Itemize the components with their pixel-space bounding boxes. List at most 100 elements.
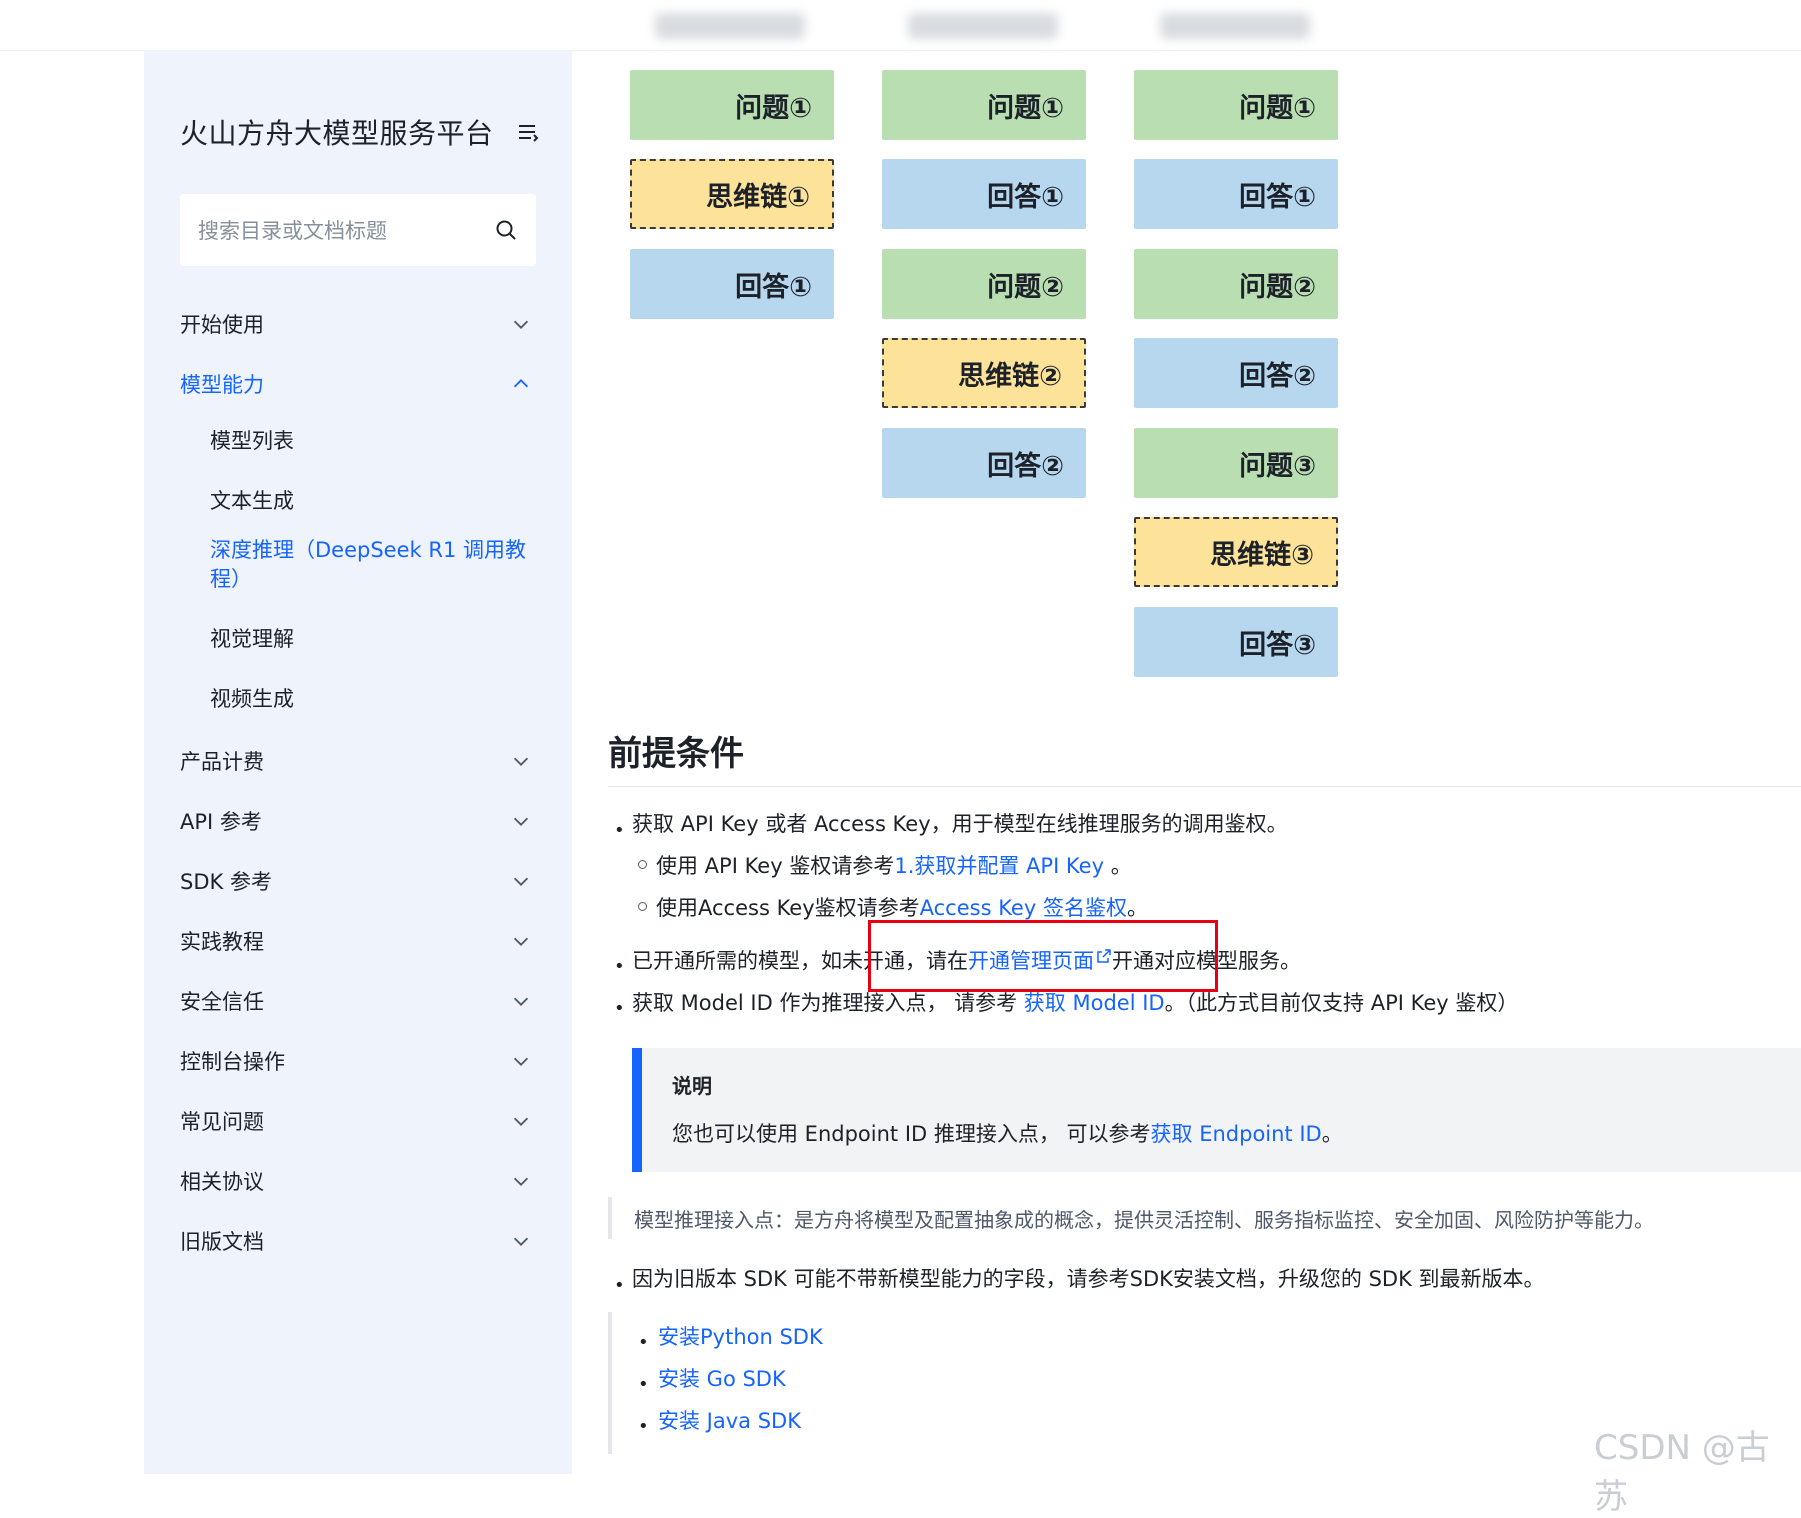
sidebar-item-model-capabilities[interactable]: 模型能力 (180, 364, 536, 404)
chevron-down-icon (513, 1177, 529, 1186)
sidebar-subitem-visual-understanding[interactable]: 视觉理解 (210, 625, 536, 654)
chevron-down-icon (513, 937, 529, 946)
sidebar-item-label: SDK 参考 (180, 870, 272, 894)
top-tab-strip (0, 0, 1801, 51)
blurred-tab (1160, 13, 1310, 39)
diagram-answer-box: 回答③ (1134, 607, 1338, 677)
chevron-down-icon (513, 877, 529, 886)
diagram-question-box: 问题① (1134, 70, 1338, 140)
link-install-java-sdk[interactable]: 安装 Java SDK (658, 1409, 801, 1433)
diagram-chain-box: 思维链② (882, 338, 1086, 408)
text-fragment: 使用 API Key 鉴权请参考 (656, 854, 895, 878)
watermark: CSDN @古苏 (1594, 1428, 1770, 1517)
sidebar-item-legacy-docs[interactable]: 旧版文档 (180, 1221, 536, 1261)
bullet-dot: • (638, 1374, 649, 1395)
sdk-link-item: 安装 Java SDK (658, 1406, 801, 1436)
blurred-tab (655, 13, 805, 39)
diagram-answer-box: 回答① (1134, 159, 1338, 229)
endpoint-quote: 模型推理接入点：是方舟将模型及配置抽象成的概念，提供灵活控制、服务指标监控、安全… (634, 1208, 1654, 1232)
chevron-down-icon (513, 817, 529, 826)
bullet-dot: • (614, 820, 625, 841)
blurred-tab (908, 13, 1058, 39)
chevron-down-icon (513, 1237, 529, 1246)
bullet-dot: • (614, 956, 625, 977)
chevron-down-icon (513, 757, 529, 766)
link-get-endpoint-id[interactable]: 获取 Endpoint ID (1151, 1122, 1322, 1146)
diagram-question-box: 问题① (630, 70, 834, 140)
sidebar-item-faq[interactable]: 常见问题 (180, 1101, 536, 1141)
sidebar-item-label: 模型能力 (180, 373, 264, 397)
text-fragment: 您也可以使用 Endpoint ID 推理接入点， 可以参考 (672, 1122, 1151, 1146)
chevron-up-icon (513, 379, 529, 388)
search-input[interactable] (180, 194, 490, 268)
sidebar-subitem-deep-reasoning[interactable]: 深度推理（DeepSeek R1 调用教程） (210, 536, 536, 594)
text-fragment: 。 (1126, 896, 1148, 920)
note-text: 您也可以使用 Endpoint ID 推理接入点， 可以参考获取 Endpoin… (672, 1118, 1343, 1148)
chevron-down-icon (513, 997, 529, 1006)
prereq-api-key-sub: 使用 API Key 鉴权请参考1.获取并配置 API Key 。 (656, 851, 1132, 881)
diagram-question-box: 问题② (882, 249, 1086, 319)
sub-bullet-circle (638, 860, 647, 869)
diagram-answer-box: 回答① (630, 249, 834, 319)
sidebar-item-tutorials[interactable]: 实践教程 (180, 921, 536, 961)
section-heading: 前提条件 (608, 734, 744, 774)
quote-bar (608, 1312, 612, 1454)
link-signature-auth[interactable]: 签名鉴权 (1043, 896, 1127, 920)
diagram-answer-box: 回答② (882, 428, 1086, 498)
sidebar-item-console-operations[interactable]: 控制台操作 (180, 1041, 536, 1081)
sidebar-subitem-video-generation[interactable]: 视频生成 (210, 685, 536, 714)
divider (608, 786, 1801, 787)
sidebar-item-api-reference[interactable]: API 参考 (180, 801, 536, 841)
link-config-api-key[interactable]: 1.获取并配置 API Key (894, 854, 1104, 878)
chevron-down-icon (513, 1117, 529, 1126)
text-fragment: 。（此方式目前仅支持 API Key 鉴权） (1164, 991, 1519, 1015)
diagram-answer-box: 回答① (882, 159, 1086, 229)
sidebar-item-label: 开始使用 (180, 313, 264, 337)
text-fragment: 使用Access Key鉴权请参考 (656, 896, 920, 920)
sub-bullet-circle (638, 902, 647, 911)
sidebar-item-label: API 参考 (180, 810, 262, 834)
sidebar-item-label: 旧版文档 (180, 1230, 264, 1254)
note-callout: 说明 您也可以使用 Endpoint ID 推理接入点， 可以参考获取 Endp… (632, 1048, 1801, 1172)
diagram-question-box: 问题① (882, 70, 1086, 140)
prereq-access-key-sub: 使用Access Key鉴权请参考Access Key 签名鉴权。 (656, 893, 1148, 923)
bullet-dot: • (638, 1332, 649, 1353)
red-highlight-box (868, 920, 1218, 992)
sdk-link-item: 安装 Go SDK (658, 1364, 786, 1394)
link-get-model-id[interactable]: 获取 Model ID (1024, 991, 1165, 1015)
bullet-dot: • (614, 998, 625, 1019)
sidebar-item-security[interactable]: 安全信任 (180, 981, 536, 1021)
bullet-dot: • (614, 1275, 625, 1296)
diagram-chain-box: 思维链① (630, 159, 834, 229)
sidebar-item-label: 控制台操作 (180, 1050, 285, 1074)
search-icon[interactable] (494, 218, 518, 242)
text-fragment: 。 (1104, 854, 1132, 878)
prereq-model-id: 获取 Model ID 作为推理接入点， 请参考 获取 Model ID。（此方… (632, 988, 1518, 1018)
sidebar-item-sdk-reference[interactable]: SDK 参考 (180, 861, 536, 901)
sidebar-item-getting-started[interactable]: 开始使用 (180, 304, 536, 344)
sidebar-item-label: 产品计费 (180, 750, 264, 774)
sidebar-item-label: 实践教程 (180, 930, 264, 954)
sidebar-item-label: 安全信任 (180, 990, 264, 1014)
sidebar-subitem-text-generation[interactable]: 文本生成 (210, 487, 536, 516)
search-box (180, 194, 536, 268)
prereq-sdk-upgrade: 因为旧版本 SDK 可能不带新模型能力的字段，请参考SDK安装文档，升级您的 S… (632, 1267, 1545, 1291)
collapse-menu-icon[interactable] (516, 120, 540, 144)
sidebar-item-label: 相关协议 (180, 1170, 264, 1194)
diagram-chain-box: 思维链③ (1134, 517, 1338, 587)
brand-title: 火山方舟大模型服务平台 (180, 117, 494, 150)
link-install-go-sdk[interactable]: 安装 Go SDK (658, 1367, 786, 1391)
link-access-key[interactable]: Access Key (920, 896, 1043, 920)
sidebar-item-label: 常见问题 (180, 1110, 264, 1134)
diagram-question-box: 问题③ (1134, 428, 1338, 498)
link-install-python-sdk[interactable]: 安装Python SDK (658, 1325, 823, 1349)
note-title: 说明 (672, 1074, 712, 1098)
sidebar-item-agreements[interactable]: 相关协议 (180, 1161, 536, 1201)
text-fragment: 获取 Model ID 作为推理接入点， 请参考 (632, 991, 1024, 1015)
prereq-api-key: 获取 API Key 或者 Access Key，用于模型在线推理服务的调用鉴权… (632, 812, 1288, 836)
diagram-question-box: 问题② (1134, 249, 1338, 319)
quote-bar (608, 1197, 612, 1239)
chevron-down-icon (513, 320, 529, 329)
sidebar-item-pricing[interactable]: 产品计费 (180, 741, 536, 781)
sidebar-subitem-model-list[interactable]: 模型列表 (210, 427, 536, 456)
